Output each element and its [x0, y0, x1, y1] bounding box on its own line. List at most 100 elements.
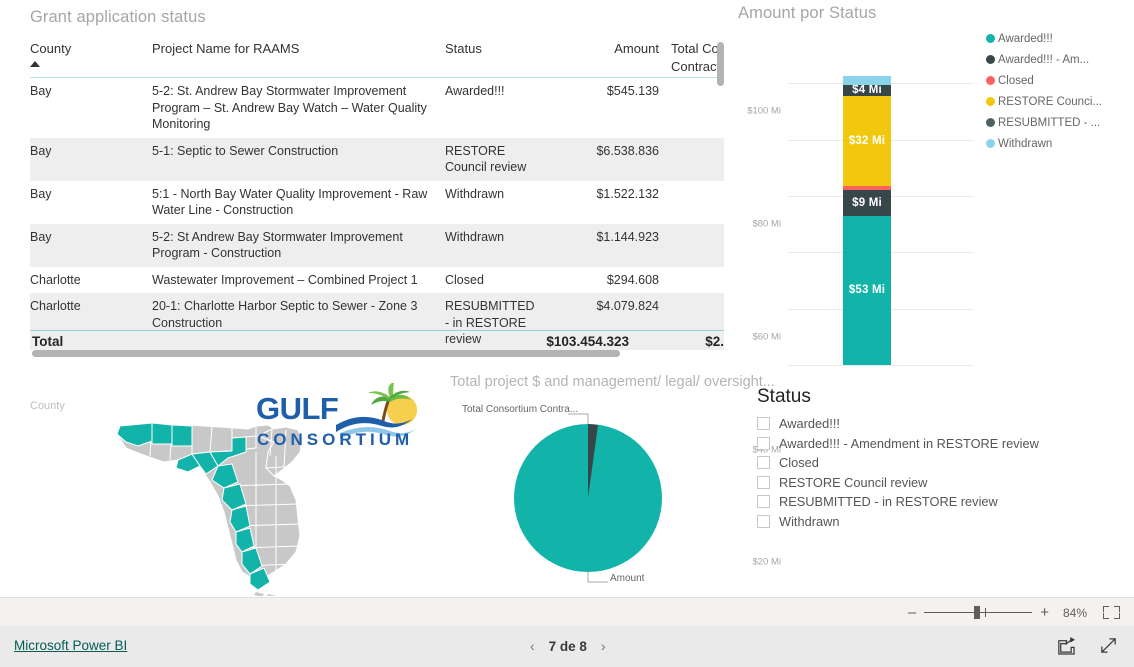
page-indicator: 7 de 8 [548, 638, 587, 654]
column-header-county-label: County [30, 41, 72, 56]
table-cell-status: RESTORE Council review [445, 137, 547, 181]
table-row[interactable]: Charlotte Wastewater Improvement – Combin… [30, 267, 724, 294]
table-cell-county: Bay [30, 84, 52, 99]
fullscreen-icon[interactable] [1099, 636, 1118, 655]
zoom-slider[interactable] [924, 606, 1033, 619]
table-cell-project: 5:1 - North Bay Water Quality Improvemen… [152, 186, 428, 218]
bar-segment[interactable]: $4 Mi [843, 84, 891, 96]
logo-consortium-text: CONSORTIUM [257, 430, 413, 449]
zoom-percentage: 84% [1062, 605, 1088, 620]
legend-item[interactable]: Closed [986, 70, 1134, 91]
bar-segment[interactable]: $9 Mi [843, 190, 891, 216]
slicer-item[interactable]: RESTORE Council review [757, 473, 1134, 493]
grant-table: County Project Name for RAAMS Status Amo… [30, 38, 724, 350]
table-cell-status: Withdrawn [445, 223, 547, 267]
slicer-title: Status [757, 386, 811, 407]
pie-label-total-consortium: Total Consortium Contra... [462, 404, 579, 415]
pie-chart[interactable] [440, 392, 736, 592]
table-cell-amount: $1.522.132 [596, 186, 659, 201]
slicer-item-label: Awarded!!! - Amendment in RESTORE review [779, 435, 1039, 451]
table-row[interactable]: Bay 5:1 - North Bay Water Quality Improve… [30, 181, 724, 224]
bar-chart-legend: Awarded!!! Awarded!!! - Am... Closed RESTOR… [986, 28, 1134, 154]
table-horizontal-scrollbar[interactable] [32, 350, 724, 357]
slicer-item-list: Awarded!!! Awarded!!! - Amendment in REST… [750, 414, 1134, 531]
table-vertical-scrollbar[interactable] [717, 42, 724, 342]
table-cell-amount: $6.538.836 [547, 137, 671, 181]
total-project-pie-visual[interactable]: Total project $ and management/ legal/ o… [440, 370, 775, 596]
table-cell-project: 5-2: St. Andrew Bay Stormwater Improveme… [152, 84, 427, 132]
table-horizontal-scroll-thumb[interactable] [32, 350, 620, 357]
table-cell-county: Bay [30, 223, 152, 267]
column-header-project[interactable]: Project Name for RAAMS [152, 38, 445, 79]
column-header-amount[interactable]: Amount [547, 38, 671, 79]
bar-segment[interactable] [843, 76, 891, 85]
legend-color-swatch [986, 34, 995, 43]
zoom-out-button[interactable]: – [904, 605, 920, 620]
amount-by-status-chart-visual[interactable]: Amount por Status $0 Mi$20 Mi$40 Mi$60 M… [733, 0, 1134, 568]
pie-chart-title: Total project $ and management/ legal/ o… [450, 374, 775, 390]
stacked-column[interactable]: $53 Mi $9 Mi $32 Mi $4 Mi [843, 55, 891, 365]
total-consortium-contractual: $2. [705, 334, 724, 349]
legend-item-label: Awarded!!! - Am... [998, 53, 1090, 66]
slicer-item-label: RESTORE Council review [779, 474, 928, 490]
chevron-left-icon[interactable]: ‹ [530, 638, 535, 654]
zoom-slider-thumb[interactable] [974, 606, 981, 619]
legend-item-label: Awarded!!! [998, 32, 1053, 45]
grant-application-status-table-visual[interactable]: Grant application status County Project … [0, 0, 733, 362]
sort-ascending-icon[interactable] [30, 60, 40, 67]
legend-item-label: Withdrawn [998, 137, 1053, 150]
table-cell-amount: $294.608 [606, 272, 659, 287]
table-cell-project: 5-1: Septic to Sewer Construction [152, 137, 445, 181]
zoom-toolbar[interactable]: – + 84% [0, 597, 1134, 627]
bar-segment[interactable] [843, 186, 891, 191]
column-header-status[interactable]: Status [445, 38, 547, 79]
fit-to-page-icon[interactable] [1103, 606, 1120, 619]
table-cell-status: Awarded!!! [445, 84, 505, 99]
slicer-checkbox[interactable] [757, 417, 770, 431]
bar-chart-plot-area: $0 Mi$20 Mi$40 Mi$60 Mi$80 Mi$100 Mi $53… [747, 55, 973, 568]
slicer-item[interactable]: Awarded!!! [757, 414, 1134, 434]
column-header-county[interactable]: County [30, 38, 152, 79]
microsoft-power-bi-link[interactable]: Microsoft Power BI [14, 638, 127, 653]
slicer-item[interactable]: Closed [757, 453, 1134, 473]
bar-segment[interactable]: $53 Mi [843, 215, 891, 365]
pie-callout-line-consortium [568, 413, 589, 424]
zoom-in-button[interactable]: + [1036, 605, 1053, 620]
table-scroll-area[interactable]: County Project Name for RAAMS Status Amo… [30, 38, 724, 350]
legend-item[interactable]: Withdrawn [986, 133, 1134, 154]
table-row[interactable]: Bay 5-2: St. Andrew Bay Stormwater Improv… [30, 78, 724, 138]
table-cell-amount: $545.139 [606, 84, 659, 99]
slicer-checkbox[interactable] [757, 475, 770, 489]
slicer-item[interactable]: RESUBMITTED - in RESTORE review [757, 492, 1134, 512]
column-header-amount-label: Amount [614, 41, 659, 56]
bar-segment[interactable]: $32 Mi [843, 95, 891, 187]
slicer-checkbox[interactable] [757, 514, 770, 528]
page-navigation[interactable]: ‹ 7 de 8 › [530, 638, 606, 654]
table-cell-county: Bay [30, 137, 152, 181]
legend-color-swatch [986, 55, 995, 64]
slicer-checkbox[interactable] [757, 436, 770, 450]
slicer-item[interactable]: Withdrawn [757, 512, 1134, 532]
legend-item[interactable]: Awarded!!! [986, 28, 1134, 49]
chevron-right-icon[interactable]: › [601, 638, 606, 654]
legend-item-label: RESTORE Counci... [998, 95, 1102, 108]
share-icon[interactable] [1056, 636, 1075, 655]
slicer-item-label: Closed [779, 455, 819, 471]
slicer-checkbox[interactable] [757, 456, 770, 470]
slicer-item[interactable]: Awarded!!! - Amendment in RESTORE review [757, 434, 1134, 454]
table-row[interactable]: Bay 5-2: St Andrew Bay Stormwater Improve… [30, 223, 724, 267]
table-title: Grant application status [30, 8, 206, 26]
pie-callout-line-amount [587, 572, 608, 583]
slicer-item-label: Withdrawn [779, 513, 840, 529]
legend-item[interactable]: RESUBMITTED - ... [986, 112, 1134, 133]
table-header-row: County Project Name for RAAMS Status Amo… [30, 38, 724, 79]
table-row[interactable]: Bay 5-1: Septic to Sewer Construction REST… [30, 137, 724, 181]
slicer-checkbox[interactable] [757, 495, 770, 509]
table-cell-status: Closed [445, 272, 484, 287]
legend-item[interactable]: Awarded!!! - Am... [986, 49, 1134, 70]
table-vertical-scroll-thumb[interactable] [717, 42, 724, 86]
legend-item[interactable]: RESTORE Counci... [986, 91, 1134, 112]
table-cell-amount: $1.144.923 [547, 223, 671, 267]
status-slicer-visual[interactable]: Status Awarded!!! Awarded!!! - Amendment … [750, 386, 1134, 546]
column-header-project-label: Project Name for RAAMS [152, 41, 300, 56]
